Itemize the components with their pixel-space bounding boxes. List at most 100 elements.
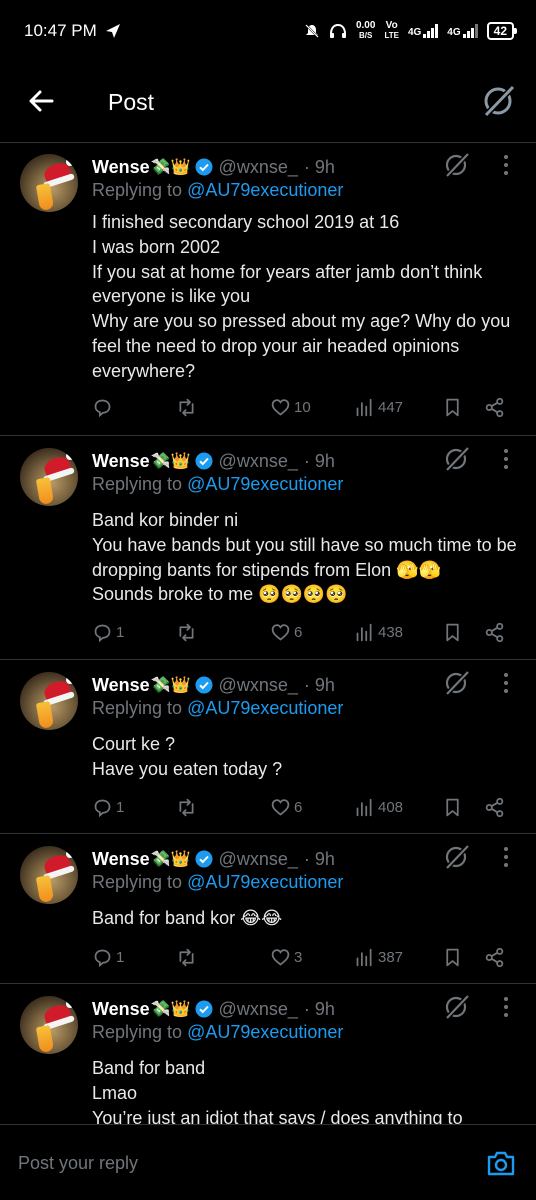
display-name[interactable]: Wense [92, 157, 150, 178]
tweet[interactable]: Wense 💸👑 @wxnse_ · 9h Replying to @AU79e… [0, 436, 536, 660]
views-button[interactable]: 447 [354, 394, 403, 420]
reply-count: 1 [116, 623, 125, 641]
name-emoji: 💸👑 [150, 453, 191, 470]
more-options-icon[interactable] [498, 844, 514, 870]
grok-icon[interactable] [444, 446, 470, 472]
like-count: 3 [294, 948, 303, 966]
tweet-text: Band kor binder ni You have bands but yo… [92, 510, 517, 605]
tweet-actions: 10 447 [92, 394, 512, 420]
headset-icon [329, 23, 346, 38]
views-button[interactable]: 438 [354, 619, 403, 645]
share-button[interactable] [484, 394, 505, 420]
share-button[interactable] [484, 944, 505, 970]
replying-prefix: Replying to [92, 698, 188, 718]
reply-count: 1 [116, 798, 125, 816]
repost-button[interactable] [176, 619, 197, 645]
more-options-icon[interactable] [498, 152, 514, 178]
heart-icon [271, 798, 290, 816]
bookmark-icon [446, 623, 459, 641]
arrow-left-icon[interactable] [26, 86, 56, 116]
bookmark-button[interactable] [442, 944, 463, 970]
reply-input[interactable]: Post your reply [18, 1153, 138, 1174]
reply-button[interactable]: 1 [92, 619, 124, 645]
tweet[interactable]: Wense 💸👑 @wxnse_ · 9h Replying to @AU79e… [0, 660, 536, 834]
tweet-header: Wense 💸👑 @wxnse_ · 9h [92, 996, 335, 1022]
bookmark-icon [446, 798, 459, 816]
avatar[interactable] [20, 448, 78, 506]
avatar[interactable] [20, 846, 78, 904]
display-name[interactable]: Wense [92, 675, 150, 696]
net-speed: 0.00 B/S [356, 21, 375, 41]
replying-to-link[interactable]: @AU79executioner [187, 1022, 343, 1042]
reply-composer[interactable]: Post your reply [0, 1124, 536, 1200]
username[interactable]: @wxnse_ [219, 849, 298, 870]
username[interactable]: @wxnse_ [219, 999, 298, 1020]
timestamp: · 9h [303, 848, 335, 869]
views-button[interactable]: 408 [354, 794, 403, 820]
signal-icon [423, 24, 439, 38]
grok-icon[interactable] [444, 670, 470, 696]
like-button[interactable]: 6 [270, 794, 302, 820]
like-button[interactable]: 6 [270, 619, 302, 645]
heart-icon [271, 398, 290, 416]
views-button[interactable]: 387 [354, 944, 403, 970]
tweet[interactable]: Wense 💸👑 @wxnse_ · 9h Replying to @AU79e… [0, 142, 536, 436]
status-icons: 0.00 B/S Vo LTE 4G 4G 42 [304, 21, 518, 41]
replying-to-link[interactable]: @AU79executioner [187, 180, 343, 200]
tweet[interactable]: Wense 💸👑 @wxnse_ · 9h Replying to @AU79e… [0, 834, 536, 984]
tweet-header: Wense 💸👑 @wxnse_ · 9h [92, 448, 335, 474]
username[interactable]: @wxnse_ [219, 675, 298, 696]
avatar[interactable] [20, 996, 78, 1054]
tweet-actions: 1 6 438 [92, 619, 512, 645]
tweet-actions: 1 3 387 [92, 944, 512, 970]
reply-button[interactable]: 1 [92, 794, 124, 820]
display-name[interactable]: Wense [92, 849, 150, 870]
repost-button[interactable] [176, 794, 197, 820]
more-options-icon[interactable] [498, 670, 514, 696]
bookmark-button[interactable] [442, 394, 463, 420]
reply-icon [94, 949, 111, 967]
status-time: 10:47 PM [24, 21, 121, 41]
bookmark-button[interactable] [442, 619, 463, 645]
like-button[interactable]: 10 [270, 394, 311, 420]
reply-button[interactable] [92, 394, 116, 420]
views-icon [356, 623, 372, 641]
reply-button[interactable]: 1 [92, 944, 124, 970]
display-name[interactable]: Wense [92, 451, 150, 472]
camera-icon[interactable] [486, 1149, 516, 1177]
clock: 10:47 PM [24, 21, 97, 40]
tweet-header: Wense 💸👑 @wxnse_ · 9h [92, 672, 335, 698]
repost-button[interactable] [176, 944, 197, 970]
grok-icon[interactable] [444, 994, 470, 1020]
tweet-actions: 1 6 408 [92, 794, 512, 820]
like-button[interactable]: 3 [270, 944, 302, 970]
username[interactable]: @wxnse_ [219, 157, 298, 178]
reply-icon [94, 399, 111, 417]
username[interactable]: @wxnse_ [219, 451, 298, 472]
more-options-icon[interactable] [498, 446, 514, 472]
share-button[interactable] [484, 619, 505, 645]
volte-indicator: Vo LTE [384, 21, 399, 41]
tweet[interactable]: Wense 💸👑 @wxnse_ · 9h Replying to @AU79e… [0, 984, 536, 1124]
more-options-icon[interactable] [498, 994, 514, 1020]
avatar[interactable] [20, 672, 78, 730]
repost-button[interactable] [176, 394, 197, 420]
verified-badge-icon [195, 850, 213, 868]
replying-to-link[interactable]: @AU79executioner [187, 474, 343, 494]
bookmark-button[interactable] [442, 794, 463, 820]
tweet-text: Band for band Lmao You’re just an idiot … [92, 1058, 463, 1124]
timestamp: · 9h [303, 674, 335, 695]
share-icon [485, 797, 504, 817]
grok-icon[interactable] [444, 152, 470, 178]
replying-prefix: Replying to [92, 872, 188, 892]
timestamp: · 9h [303, 156, 335, 177]
grok-icon[interactable] [444, 844, 470, 870]
view-count: 408 [378, 798, 404, 816]
display-name[interactable]: Wense [92, 999, 150, 1020]
replying-to-link[interactable]: @AU79executioner [187, 698, 343, 718]
avatar[interactable] [20, 154, 78, 212]
replying-to-link[interactable]: @AU79executioner [187, 872, 343, 892]
name-emoji: 💸👑 [150, 159, 191, 176]
share-button[interactable] [484, 794, 505, 820]
grok-icon[interactable] [482, 84, 516, 118]
